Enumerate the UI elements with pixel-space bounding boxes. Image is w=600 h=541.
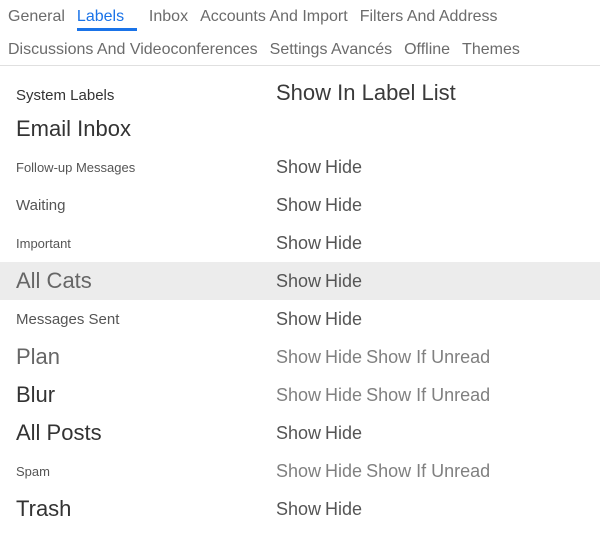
show-in-list-header: Show In Label List [276,80,600,106]
system-labels-title: System Labels [16,87,276,104]
spam-unread[interactable]: Show If Unread [366,461,490,482]
tab-filters[interactable]: Filters And Address [354,4,504,37]
label-allcats: All Cats [16,268,276,294]
spam-show[interactable]: Show [276,461,321,482]
row-important: Important Show Hide [0,224,600,262]
followup-hide[interactable]: Hide [325,157,362,178]
tab-active-underline [77,28,137,31]
label-sent: Messages Sent [16,311,276,328]
important-hide[interactable]: Hide [325,233,362,254]
row-allcats: All Cats Show Hide [0,262,600,300]
label-spam: Spam [16,464,276,479]
plan-hide[interactable]: Hide [325,347,362,368]
blur-unread[interactable]: Show If Unread [366,385,490,406]
row-followup: Follow-up Messages Show Hide [0,148,600,186]
tab-labels[interactable]: Labels [71,4,143,37]
tab-offline[interactable]: Offline [398,37,456,65]
label-important: Important [16,236,276,251]
label-followup: Follow-up Messages [16,160,276,175]
tab-labels-text: Labels [77,8,124,25]
row-blur: Blur Show Hide Show If Unread [0,376,600,414]
label-trash: Trash [16,496,276,522]
row-waiting: Waiting Show Hide [0,186,600,224]
trash-hide[interactable]: Hide [325,499,362,520]
waiting-show[interactable]: Show [276,195,321,216]
section-header: System Labels Show In Label List [0,74,600,110]
label-waiting: Waiting [16,197,276,214]
label-blur: Blur [16,382,276,408]
waiting-hide[interactable]: Hide [325,195,362,216]
plan-show[interactable]: Show [276,347,321,368]
tab-themes[interactable]: Themes [456,37,526,65]
allposts-show[interactable]: Show [276,423,321,444]
trash-show[interactable]: Show [276,499,321,520]
sent-hide[interactable]: Hide [325,309,362,330]
labels-content: System Labels Show In Label List Email I… [0,66,600,528]
row-plan: Plan Show Hide Show If Unread [0,338,600,376]
sent-show[interactable]: Show [276,309,321,330]
tab-accounts[interactable]: Accounts And Import [194,4,354,37]
tab-inbox[interactable]: Inbox [143,4,194,37]
label-plan: Plan [16,344,276,370]
row-trash: Trash Show Hide [0,490,600,528]
label-inbox: Email Inbox [16,116,276,142]
allposts-hide[interactable]: Hide [325,423,362,444]
important-show[interactable]: Show [276,233,321,254]
label-allposts: All Posts [16,420,276,446]
blur-show[interactable]: Show [276,385,321,406]
blur-hide[interactable]: Hide [325,385,362,406]
row-sent: Messages Sent Show Hide [0,300,600,338]
allcats-hide[interactable]: Hide [325,271,362,292]
tab-discussions[interactable]: Discussions And Videoconferences [2,37,264,65]
spam-hide[interactable]: Hide [325,461,362,482]
settings-tabs: General Labels Inbox Accounts And Import… [0,0,600,66]
allcats-show[interactable]: Show [276,271,321,292]
followup-show[interactable]: Show [276,157,321,178]
row-inbox: Email Inbox [0,110,600,148]
tab-advanced[interactable]: Settings Avancés [264,37,398,65]
tab-general[interactable]: General [2,4,71,37]
plan-unread[interactable]: Show If Unread [366,347,490,368]
row-allposts: All Posts Show Hide [0,414,600,452]
row-spam: Spam Show Hide Show If Unread [0,452,600,490]
